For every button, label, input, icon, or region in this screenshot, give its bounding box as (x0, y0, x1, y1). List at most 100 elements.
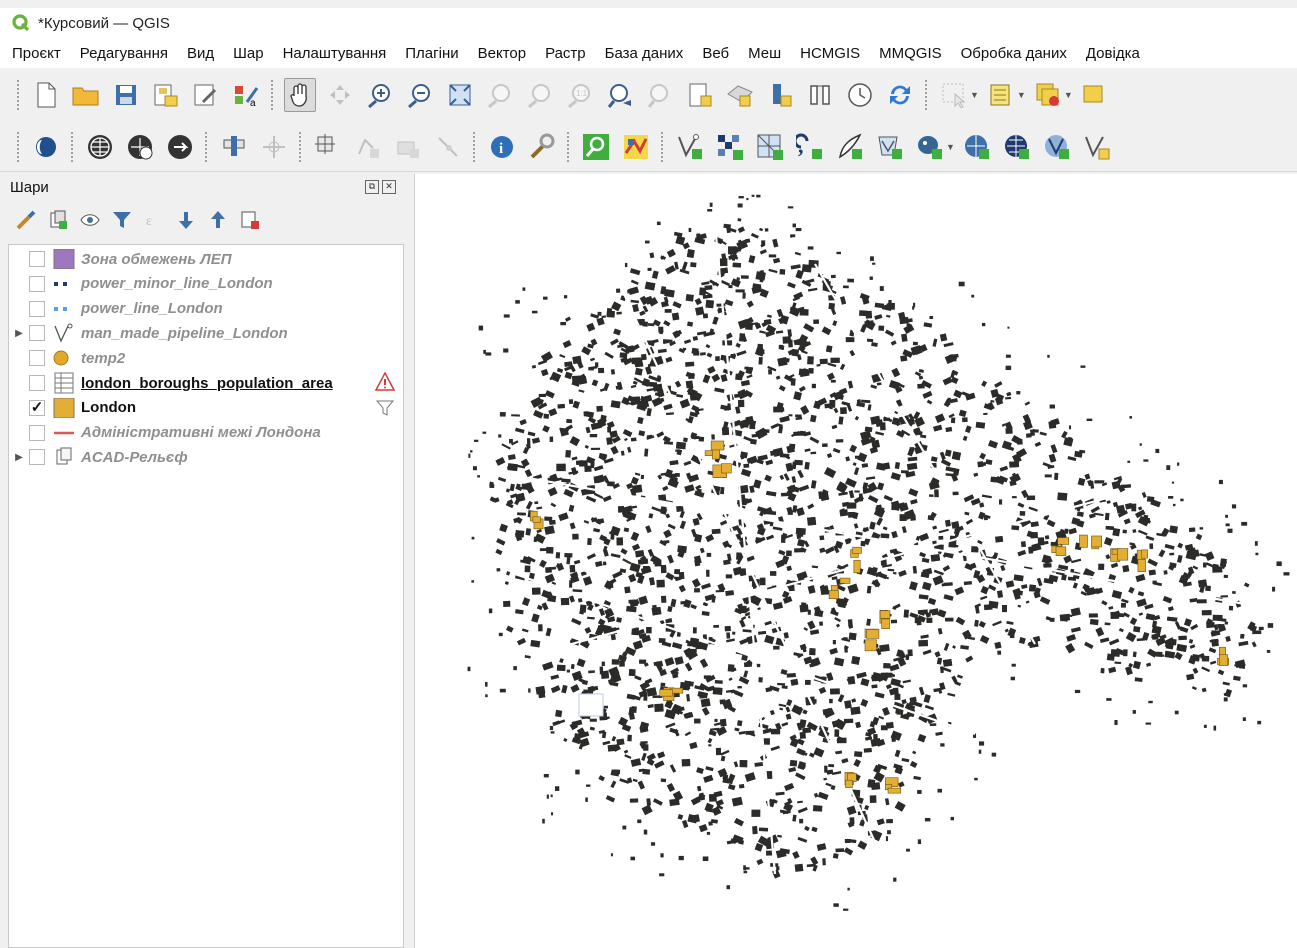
toolbar-grip[interactable] (16, 130, 20, 163)
show-bookmarks-icon[interactable] (724, 78, 756, 112)
add-spatialite-icon[interactable] (834, 130, 866, 164)
open-project-icon[interactable] (70, 78, 102, 112)
layer-row[interactable]: ▶ ACAD-Рельєф (9, 445, 403, 469)
zoom-full-icon[interactable] (444, 78, 476, 112)
filter-expression-icon[interactable]: ε (142, 208, 166, 232)
add-vector-layer-icon[interactable] (674, 130, 706, 164)
menu-item-14[interactable]: Довідка (1086, 45, 1140, 62)
style-manager-icon[interactable]: a (230, 78, 262, 112)
add-raster-layer-icon[interactable] (714, 130, 746, 164)
panel-splitter[interactable] (406, 174, 414, 948)
label-pin-icon[interactable] (218, 130, 250, 164)
table-dropdown-icon[interactable]: ▼ (1017, 90, 1026, 100)
processing-toolbox-icon[interactable] (526, 130, 558, 164)
menu-item-4[interactable]: Налаштування (283, 45, 387, 62)
add-wms-icon[interactable] (961, 130, 993, 164)
layout-manager-icon[interactable] (190, 78, 222, 112)
temporal-controller-icon[interactable] (804, 78, 836, 112)
expand-all-icon[interactable] (174, 208, 198, 232)
toolbar-grip[interactable] (16, 79, 20, 111)
move-label-icon[interactable] (258, 130, 290, 164)
globe-arrow-icon[interactable] (164, 130, 196, 164)
pan-icon[interactable] (284, 78, 316, 112)
float-panel-icon[interactable]: ⧉ (365, 180, 379, 194)
add-group-icon[interactable] (46, 208, 70, 232)
zoom-in-icon[interactable] (364, 78, 396, 112)
layer-row[interactable]: Зона обмежень ЛЕП (9, 247, 403, 271)
collapse-all-icon[interactable] (206, 208, 230, 232)
add-feature-icon[interactable] (352, 130, 384, 164)
menu-item-6[interactable]: Вектор (478, 45, 526, 62)
menu-item-3[interactable]: Шар (233, 45, 263, 62)
new-bookmark-icon[interactable] (684, 78, 716, 112)
field-calculator-icon[interactable] (1079, 78, 1111, 112)
filter-legend-icon[interactable] (110, 208, 134, 232)
map-tips-icon[interactable] (764, 78, 796, 112)
node-tool-icon[interactable] (432, 130, 464, 164)
menu-item-9[interactable]: Веб (702, 45, 729, 62)
layer-row[interactable]: ✓ London (9, 396, 403, 420)
select-feature-icon[interactable] (938, 78, 970, 112)
layer-visibility-checkbox[interactable] (29, 300, 45, 317)
layer-row[interactable]: ▶ man_made_pipeline_London (9, 321, 403, 345)
menu-item-5[interactable]: Плагіни (405, 45, 458, 62)
expand-arrow-icon[interactable]: ▶ (9, 328, 29, 339)
menu-item-12[interactable]: MMQGIS (879, 45, 942, 62)
menu-item-10[interactable]: Меш (748, 45, 781, 62)
menu-item-11[interactable]: HCMGIS (800, 45, 860, 62)
pan-to-selection-icon[interactable] (324, 78, 356, 112)
layer-visibility-checkbox[interactable] (29, 449, 45, 466)
digitize-icon[interactable] (312, 130, 344, 164)
zoom-next-icon[interactable] (644, 78, 676, 112)
layer-visibility-checkbox[interactable] (29, 325, 45, 342)
layer-visibility-checkbox[interactable] (29, 275, 45, 292)
refresh-icon[interactable] (884, 78, 916, 112)
select-dropdown-icon[interactable]: ▼ (970, 90, 979, 100)
menu-item-1[interactable]: Редагування (80, 45, 168, 62)
save-project-icon[interactable] (110, 78, 142, 112)
layer-visibility-checkbox[interactable] (29, 251, 45, 267)
layer-visibility-checkbox[interactable] (29, 375, 45, 391)
deselect-dropdown-icon[interactable]: ▼ (1064, 90, 1073, 100)
layer-row[interactable]: power_line_London (9, 297, 403, 321)
menu-item-7[interactable]: Растр (545, 45, 586, 62)
zoom-to-selection-icon[interactable] (484, 78, 516, 112)
new-project-icon[interactable] (30, 78, 62, 112)
new-shapefile-icon[interactable] (1081, 130, 1113, 164)
menu-item-2[interactable]: Вид (187, 45, 214, 62)
warning-icon[interactable] (374, 370, 396, 395)
clock-icon[interactable] (844, 78, 876, 112)
add-wfs-icon[interactable] (1001, 130, 1033, 164)
globe-download-icon[interactable] (124, 130, 156, 164)
filter-icon[interactable] (375, 398, 395, 421)
menu-item-8[interactable]: База даних (605, 45, 684, 62)
zoom-last-icon[interactable] (604, 78, 636, 112)
remove-layer-icon[interactable] (238, 208, 262, 232)
postgis-dropdown-icon[interactable]: ▼ (946, 142, 955, 152)
deselect-icon[interactable] (1032, 78, 1064, 112)
layer-row[interactable]: power_minor_line_London (9, 272, 403, 296)
menu-item-13[interactable]: Обробка даних (961, 45, 1067, 62)
identify-icon[interactable]: i (486, 130, 518, 164)
globe-icon[interactable] (84, 130, 116, 164)
style-panel-icon[interactable] (14, 208, 38, 232)
zoom-native-icon[interactable]: 1:1 (564, 78, 596, 112)
add-mesh-layer-icon[interactable] (754, 130, 786, 164)
attribute-table-icon[interactable] (985, 78, 1017, 112)
search-icon[interactable] (580, 130, 612, 164)
add-virtual-layer-icon[interactable] (874, 130, 906, 164)
add-delimited-text-icon[interactable]: , (794, 130, 826, 164)
layer-visibility-checkbox[interactable]: ✓ (29, 399, 45, 416)
add-postgis-icon[interactable] (914, 130, 946, 164)
zoom-out-icon[interactable] (404, 78, 436, 112)
print-layout-icon[interactable] (150, 78, 182, 112)
plugin-icon[interactable] (30, 130, 62, 164)
layer-row[interactable]: temp2 (9, 346, 403, 370)
close-panel-icon[interactable]: ✕ (382, 180, 396, 194)
menu-item-0[interactable]: Проєкт (12, 45, 61, 62)
layer-row[interactable]: london_boroughs_population_area (9, 370, 403, 395)
zoom-to-layer-icon[interactable] (524, 78, 556, 112)
expand-arrow-icon[interactable]: ▶ (9, 452, 29, 463)
layer-visibility-checkbox[interactable] (29, 350, 45, 367)
add-wcs-icon[interactable] (1041, 130, 1073, 164)
